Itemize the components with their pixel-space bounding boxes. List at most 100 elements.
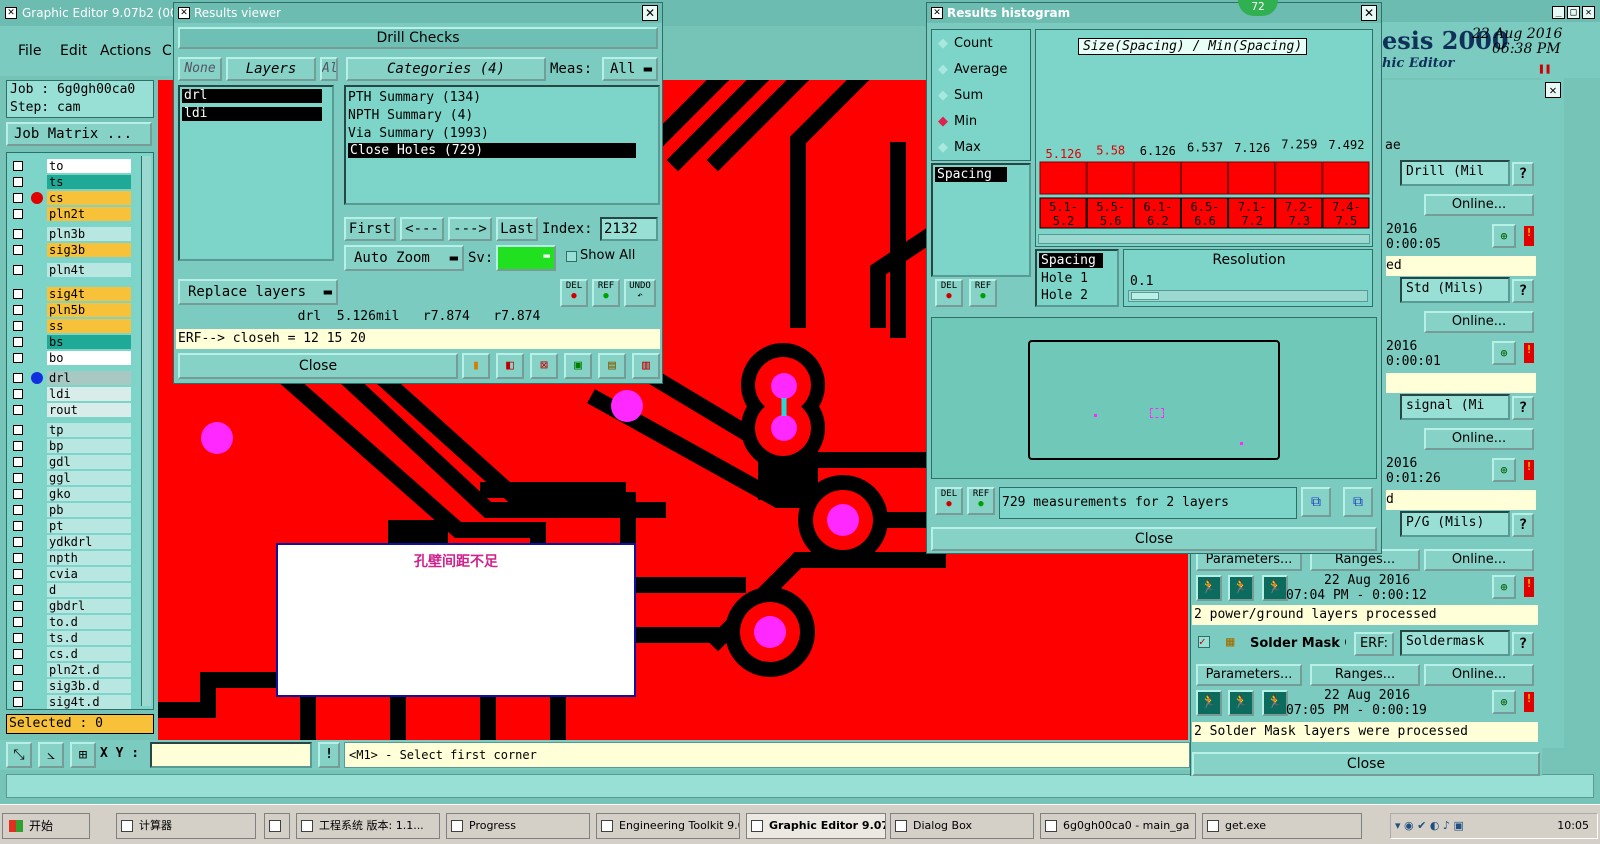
list-item[interactable]: drl: [182, 89, 322, 103]
run-icon[interactable]: 🏃: [1262, 690, 1288, 716]
layer-row[interactable]: npth: [11, 551, 131, 565]
ref-button[interactable]: REF ●: [967, 487, 995, 515]
online-button[interactable]: Online...: [1424, 194, 1534, 216]
next-button[interactable]: --->: [448, 217, 492, 241]
layer-checkbox[interactable]: [13, 337, 23, 347]
meas-select[interactable]: All ▬: [602, 57, 658, 81]
layer-row[interactable]: ggl: [11, 471, 131, 485]
layer-scrollbar[interactable]: [141, 156, 151, 706]
all-button[interactable]: All: [320, 57, 338, 81]
note-box[interactable]: 孔壁间距不足: [276, 543, 636, 697]
layer-checkbox[interactable]: [13, 537, 23, 547]
job-matrix-button[interactable]: Job Matrix ...: [6, 122, 152, 146]
help-icon[interactable]: ?: [1512, 513, 1534, 537]
help-icon[interactable]: ?: [1512, 279, 1534, 303]
pause-icon[interactable]: ❚❚: [1538, 62, 1551, 75]
layer-checkbox[interactable]: [13, 193, 23, 203]
layer-results-list[interactable]: drl ldi: [178, 85, 334, 261]
list-item[interactable]: NPTH Summary (4): [348, 108, 473, 123]
xy-input[interactable]: [150, 742, 312, 768]
layer-row[interactable]: ts: [11, 175, 131, 189]
layer-checkbox[interactable]: [13, 489, 23, 499]
layer-checkbox[interactable]: [13, 177, 23, 187]
zoom-icon[interactable]: ⊕: [1492, 690, 1516, 714]
last-button[interactable]: Last: [496, 217, 538, 241]
layer-checkbox[interactable]: [13, 353, 23, 363]
layer-checkbox[interactable]: [13, 405, 23, 415]
taskbar-item[interactable]: Graphic Editor 9.07b...: [746, 813, 886, 839]
mode-radio[interactable]: ◆ Sum: [938, 88, 983, 106]
report-icon[interactable]: ▤: [598, 353, 626, 379]
layer-checkbox[interactable]: [13, 617, 23, 627]
run-icon[interactable]: 🏃: [1196, 575, 1222, 601]
layer-checkbox[interactable]: [13, 665, 23, 675]
zoom-icon[interactable]: ⊕: [1492, 458, 1516, 482]
layer-checkbox[interactable]: [13, 697, 23, 707]
erf-field[interactable]: Soldermask: [1400, 630, 1510, 656]
sv-color-select[interactable]: ▬: [496, 245, 556, 271]
mode-radio[interactable]: ◆ Max: [938, 140, 981, 158]
run-icon[interactable]: 🏃: [1228, 575, 1254, 601]
check-value-field[interactable]: P/G (Mils): [1400, 511, 1510, 537]
layer-row[interactable]: cvia: [11, 567, 131, 581]
close-icon[interactable]: ✕: [1545, 82, 1561, 98]
histogram-bar[interactable]: [1086, 161, 1134, 195]
prev-button[interactable]: <---: [400, 217, 444, 241]
close-icon[interactable]: ✕: [642, 5, 658, 21]
preview-frame[interactable]: [1028, 340, 1280, 460]
none-button[interactable]: None: [178, 57, 222, 81]
layer-row[interactable]: sig3b: [11, 243, 131, 257]
category-list[interactable]: PTH Summary (134) NPTH Summary (4) Via S…: [344, 85, 660, 205]
layer-row[interactable]: sig3b.d: [11, 679, 131, 693]
run-icon[interactable]: 🏃: [1196, 690, 1222, 716]
online-button[interactable]: Online...: [1424, 428, 1534, 450]
start-button[interactable]: 开始: [2, 813, 90, 839]
index-input[interactable]: 2132: [600, 217, 658, 241]
layer-row[interactable]: bo: [11, 351, 131, 365]
auto-zoom-select[interactable]: Auto Zoom ▬: [344, 245, 464, 271]
minimize-icon[interactable]: _: [1552, 6, 1565, 19]
list-item[interactable]: ldi: [182, 107, 322, 121]
taskbar-item[interactable]: 工程系统 版本: 1.1...: [296, 813, 440, 839]
check-value-field[interactable]: signal (Mi: [1400, 394, 1510, 420]
histogram-bar[interactable]: [1322, 161, 1370, 195]
checklist-close-button[interactable]: Close: [1192, 752, 1540, 776]
grid-icon[interactable]: ⊞: [70, 742, 96, 768]
layer-row[interactable]: drl: [11, 371, 131, 385]
layer-row[interactable]: ts.d: [11, 631, 131, 645]
layer-row[interactable]: rout: [11, 403, 131, 417]
list-item[interactable]: PTH Summary (134): [348, 90, 481, 105]
del-button[interactable]: DEL ●: [935, 279, 963, 307]
check-value-field[interactable]: Std (Mils): [1400, 277, 1510, 303]
close-icon[interactable]: ✕: [1361, 5, 1377, 21]
taskbar-item[interactable]: [264, 813, 290, 839]
layer-checkbox[interactable]: [13, 229, 23, 239]
histogram-bar[interactable]: [1039, 161, 1087, 195]
mode-radio[interactable]: ◆ Average: [938, 62, 1007, 80]
layer-row[interactable]: sig4t.d: [11, 695, 131, 709]
taskbar-item[interactable]: Dialog Box: [890, 813, 1034, 839]
layer-checkbox[interactable]: [13, 457, 23, 467]
undo-button[interactable]: UNDO ↶: [624, 279, 656, 307]
layer-checkbox[interactable]: [13, 265, 23, 275]
histogram-bar[interactable]: [1133, 161, 1181, 195]
layer-row[interactable]: pln4t: [11, 263, 131, 277]
layer-checkbox[interactable]: [13, 521, 23, 531]
layer-checkbox[interactable]: [13, 505, 23, 515]
layer-checkbox[interactable]: [13, 373, 23, 383]
ranges-button[interactable]: Ranges...: [1310, 664, 1420, 686]
layer-row[interactable]: pln5b: [11, 303, 131, 317]
histogram-bar[interactable]: [1275, 161, 1323, 195]
online-button[interactable]: Online...: [1424, 311, 1534, 333]
histogram-bar[interactable]: [1228, 161, 1276, 195]
layer-row[interactable]: gdl: [11, 455, 131, 469]
histogram-bar[interactable]: [1180, 161, 1229, 195]
maximize-icon[interactable]: □: [1567, 6, 1580, 19]
layer-row[interactable]: gbdrl: [11, 599, 131, 613]
layer-row[interactable]: cs.d: [11, 647, 131, 661]
del-button[interactable]: DEL ●: [560, 279, 588, 307]
histogram-close-button[interactable]: Close: [931, 527, 1377, 551]
categories-button[interactable]: Categories (4): [346, 57, 546, 81]
run-icon[interactable]: 🏃: [1262, 575, 1288, 601]
layer-row[interactable]: bs: [11, 335, 131, 349]
